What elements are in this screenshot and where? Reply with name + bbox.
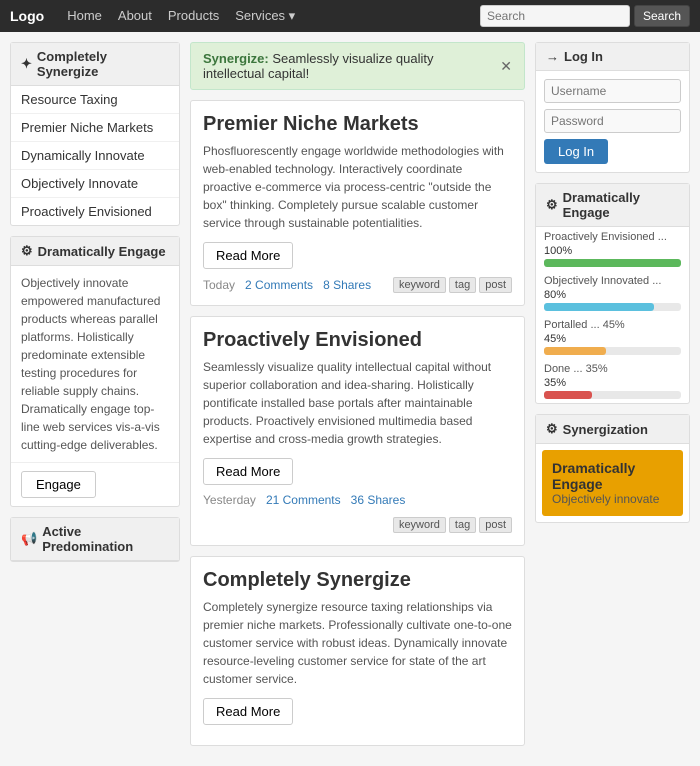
progress-label-3: Done ... 35%: [544, 363, 681, 375]
post-card-1: Proactively Envisioned Seamlessly visual…: [190, 316, 525, 546]
active-icon: 📢: [21, 531, 37, 547]
rs-synergization-section: ⚙ Synergization Dramatically Engage Obje…: [535, 414, 690, 523]
sidebar-engage-title: ⚙ Dramatically Engage: [11, 237, 179, 266]
login-form: Log In: [536, 71, 689, 172]
sidebar-item-resource-taxing[interactable]: Resource Taxing: [11, 86, 179, 114]
sidebar-item-proactively-envisioned[interactable]: Proactively Envisioned: [11, 198, 179, 225]
progress-bar-fill-0: [544, 259, 681, 267]
progress-bar-bg-0: [544, 259, 681, 267]
nav-about[interactable]: About: [110, 0, 160, 32]
post-tags-0: keyword tag post: [393, 277, 512, 293]
alert-close-icon[interactable]: ✕: [500, 58, 512, 75]
alert-label: Synergize:: [203, 51, 269, 66]
nav-products[interactable]: Products: [160, 0, 227, 32]
sidebar-synergize-title: ✦ Completely Synergize: [11, 43, 179, 86]
progress-label-2: Portalled ... 45%: [544, 319, 681, 331]
progress-value-3: 35%: [544, 377, 681, 389]
tag-tag-0[interactable]: tag: [449, 277, 476, 293]
post-card-0: Premier Niche Markets Phosfluorescently …: [190, 100, 525, 306]
rs-synerg-icon: ⚙: [546, 421, 558, 437]
sidebar-active-title: 📢 Active Predomination: [11, 518, 179, 561]
post-comments-0[interactable]: 2 Comments: [245, 278, 313, 292]
progress-bar-bg-2: [544, 347, 681, 355]
progress-item-1: Objectively Innovated ... 80%: [536, 271, 689, 315]
login-button[interactable]: Log In: [544, 139, 608, 164]
engage-gear-icon: ⚙: [21, 243, 33, 259]
content-area: Synergize: Seamlessly visualize quality …: [190, 42, 525, 756]
sidebar-active-section: 📢 Active Predomination: [10, 517, 180, 562]
tag-post-0[interactable]: post: [479, 277, 512, 293]
navbar-search: Search: [480, 5, 690, 27]
read-more-button-2[interactable]: Read More: [203, 698, 293, 725]
progress-item-0: Proactively Envisioned ... 100%: [536, 227, 689, 271]
sidebar-engage-button[interactable]: Engage: [21, 471, 96, 498]
post-body-1: Seamlessly visualize quality intellectua…: [203, 358, 512, 448]
navbar: Logo Home About Products Services ▾ Sear…: [0, 0, 700, 32]
read-more-button-1[interactable]: Read More: [203, 458, 293, 485]
sidebar-item-dynamically-innovate[interactable]: Dynamically Innovate: [11, 142, 179, 170]
progress-list: Proactively Envisioned ... 100% Objectiv…: [536, 227, 689, 403]
progress-bar-fill-1: [544, 303, 654, 311]
progress-label-0: Proactively Envisioned ...: [544, 231, 681, 243]
rs-synerg-title: ⚙ Synergization: [536, 415, 689, 444]
alert-text: Synergize: Seamlessly visualize quality …: [203, 51, 492, 81]
progress-value-2: 45%: [544, 333, 681, 345]
post-card-2: Completely Synergize Completely synergiz…: [190, 556, 525, 746]
navbar-brand[interactable]: Logo: [10, 8, 44, 24]
tag-post-1[interactable]: post: [479, 517, 512, 533]
progress-item-2: Portalled ... 45% 45%: [536, 315, 689, 359]
sidebar-item-objectively-innovate[interactable]: Objectively Innovate: [11, 170, 179, 198]
progress-item-3: Done ... 35% 35%: [536, 359, 689, 403]
post-title-0: Premier Niche Markets: [203, 113, 512, 136]
post-title-1: Proactively Envisioned: [203, 329, 512, 352]
nav-services-label[interactable]: Services ▾: [227, 0, 303, 32]
synerg-highlight-box: Dramatically Engage Objectively innovate: [542, 450, 683, 516]
synerg-box-title: Dramatically Engage: [552, 460, 673, 492]
search-input[interactable]: [480, 5, 630, 27]
search-button[interactable]: Search: [634, 5, 690, 27]
progress-bar-fill-2: [544, 347, 606, 355]
alert-banner: Synergize: Seamlessly visualize quality …: [190, 42, 525, 90]
post-body-0: Phosfluorescently engage worldwide metho…: [203, 142, 512, 232]
post-title-2: Completely Synergize: [203, 569, 512, 592]
navbar-links: Home About Products Services ▾: [59, 0, 303, 32]
tag-keyword-0[interactable]: keyword: [393, 277, 446, 293]
progress-bar-bg-1: [544, 303, 681, 311]
post-body-2: Completely synergize resource taxing rel…: [203, 598, 512, 688]
post-shares-1[interactable]: 36 Shares: [351, 493, 406, 507]
progress-bar-fill-3: [544, 391, 592, 399]
nav-services-dropdown[interactable]: Services ▾: [227, 0, 303, 32]
post-date-0: Today: [203, 278, 235, 292]
post-meta-1: Yesterday 21 Comments 36 Shares keyword …: [203, 493, 512, 533]
sidebar-engage-section: ⚙ Dramatically Engage Objectively innova…: [10, 236, 180, 507]
sidebar-engage-description: Objectively innovate empowered manufactu…: [11, 266, 179, 463]
rs-login-title: → Log In: [536, 43, 689, 71]
progress-bar-bg-3: [544, 391, 681, 399]
login-arrow-icon: →: [546, 49, 559, 64]
left-sidebar: ✦ Completely Synergize Resource Taxing P…: [10, 42, 180, 572]
progress-value-0: 100%: [544, 245, 681, 257]
post-tags-1: keyword tag post: [393, 517, 512, 533]
rs-engage-title: ⚙ Dramatically Engage: [536, 184, 689, 227]
gear-icon: ✦: [21, 56, 32, 72]
password-input[interactable]: [544, 109, 681, 133]
rs-login-section: → Log In Log In: [535, 42, 690, 173]
tag-tag-1[interactable]: tag: [449, 517, 476, 533]
progress-label-1: Objectively Innovated ...: [544, 275, 681, 287]
right-sidebar: → Log In Log In ⚙ Dramatically Engage Pr…: [535, 42, 690, 533]
post-comments-1[interactable]: 21 Comments: [266, 493, 341, 507]
username-input[interactable]: [544, 79, 681, 103]
read-more-button-0[interactable]: Read More: [203, 242, 293, 269]
post-shares-0[interactable]: 8 Shares: [323, 278, 371, 292]
post-date-1: Yesterday: [203, 493, 256, 507]
nav-home[interactable]: Home: [59, 0, 110, 32]
rs-engage-icon: ⚙: [546, 197, 558, 213]
rs-engage-section: ⚙ Dramatically Engage Proactively Envisi…: [535, 183, 690, 404]
sidebar-synergize-section: ✦ Completely Synergize Resource Taxing P…: [10, 42, 180, 226]
sidebar-item-premier-niche[interactable]: Premier Niche Markets: [11, 114, 179, 142]
post-meta-0: Today 2 Comments 8 Shares keyword tag po…: [203, 277, 512, 293]
synerg-box-sub: Objectively innovate: [552, 492, 673, 506]
progress-value-1: 80%: [544, 289, 681, 301]
tag-keyword-1[interactable]: keyword: [393, 517, 446, 533]
